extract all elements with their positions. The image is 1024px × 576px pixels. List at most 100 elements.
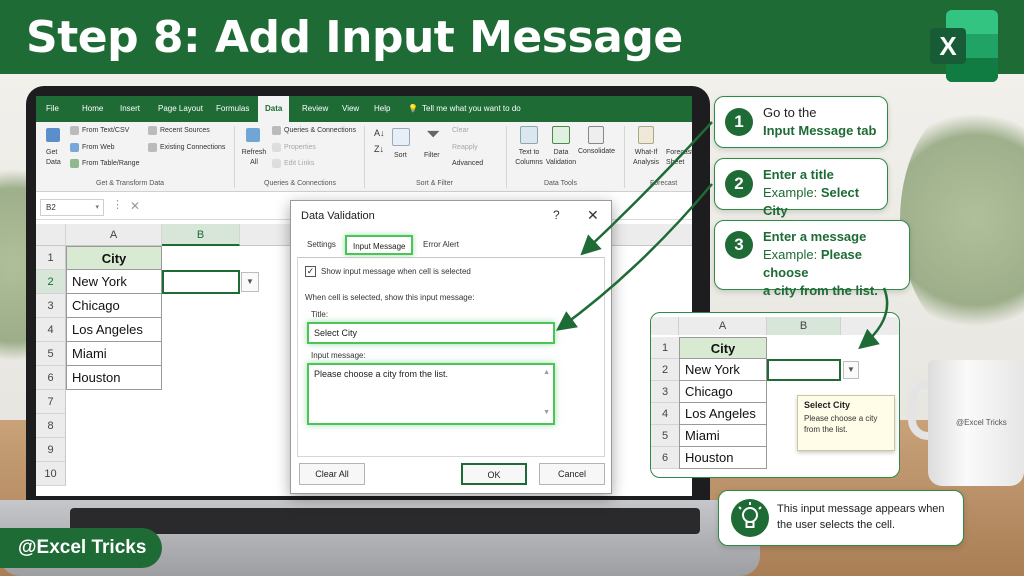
select-all-corner[interactable] [36,224,66,246]
sort-icon [392,128,410,146]
text-to-columns-icon [520,126,538,144]
edit-links-button[interactable]: Edit Links [284,160,314,167]
close-icon[interactable]: ✕ [587,207,599,224]
tab-home[interactable]: Home [82,96,103,122]
edit-links-icon [272,159,281,168]
consolidate-button[interactable]: Consolidate [578,148,615,155]
tab-input-message[interactable]: Input Message [345,235,414,255]
preview-cell-a4: Los Angeles [679,403,767,425]
lightbulb-icon: 💡 [408,104,418,113]
from-table-range-button[interactable]: From Table/Range [82,160,139,167]
tab-view[interactable]: View [342,96,359,122]
recent-sources-icon [148,126,157,135]
sort-za-icon[interactable]: Z↓ [374,144,384,154]
cell-a3[interactable]: Chicago [66,294,162,318]
step-number-1: 1 [725,108,753,136]
data-validation-button[interactable]: Data Validation [542,148,580,168]
tab-settings[interactable]: Settings [301,235,342,255]
info-note: This input message appears when the user… [718,490,964,546]
recent-sources-button[interactable]: Recent Sources [160,127,210,134]
filter-button[interactable]: Filter [424,152,440,159]
data-validation-dialog: Data Validation ? ✕ Settings Input Messa… [290,200,612,494]
cell-b2-selected[interactable] [162,270,240,294]
ok-button[interactable]: OK [461,463,527,485]
separator [506,126,507,188]
get-data-button[interactable]: Get Data [46,148,68,168]
show-message-label: Show input message when cell is selected [321,267,471,276]
advanced-button[interactable]: Advanced [452,160,483,167]
queries-connections-button[interactable]: Queries & Connections [284,127,356,134]
tab-insert[interactable]: Insert [120,96,140,122]
existing-connections-button[interactable]: Existing Connections [160,144,225,151]
row-header-4[interactable]: 4 [36,318,66,342]
textarea-scroll-up-icon[interactable]: ▲ [543,369,550,376]
row-header-3[interactable]: 3 [36,294,66,318]
row-header-2[interactable]: 2 [36,270,66,294]
textarea-scroll-down-icon[interactable]: ▼ [543,409,550,416]
tab-formulas[interactable]: Formulas [216,96,249,122]
separator [234,126,235,188]
input-message-textarea[interactable]: Please choose a city from the list. ▲ ▼ [307,363,555,425]
instruction-text: When cell is selected, show this input m… [305,293,475,302]
tab-data[interactable]: Data [258,96,290,122]
row-header-10[interactable]: 10 [36,462,66,486]
refresh-icon [246,128,260,142]
row-header-7[interactable]: 7 [36,390,66,414]
preview-column-b: B [767,317,841,335]
name-box[interactable]: B2 ▾ [40,199,104,216]
tab-help[interactable]: Help [374,96,390,122]
cell-a6[interactable]: Houston [66,366,162,390]
preview-column-rest [841,317,899,335]
ribbon-data: Get Data From Text/CSV From Web From Tab… [36,122,692,192]
forecast-sheet-button[interactable]: Forecast Sheet [666,148,692,168]
refresh-all-button[interactable]: Refresh All [240,148,268,168]
sort-az-icon[interactable]: A↓ [374,128,385,138]
tell-me-search[interactable]: Tell me what you want to do [422,96,521,122]
properties-button[interactable]: Properties [284,144,316,151]
preview-column-a: A [679,317,767,335]
from-text-csv-button[interactable]: From Text/CSV [82,127,129,134]
reapply-button[interactable]: Reapply [452,144,478,151]
callout-step-2: 2 Enter a title Example: Select City [714,158,888,218]
group-label-queries: Queries & Connections [264,180,336,187]
show-message-checkbox[interactable]: ✓ [305,266,316,277]
clear-all-button[interactable]: Clear All [299,463,365,485]
column-header-b[interactable]: B [162,224,240,246]
sort-button[interactable]: Sort [394,152,407,159]
tab-error-alert[interactable]: Error Alert [417,235,465,255]
row-header-8[interactable]: 8 [36,414,66,438]
column-header-a[interactable]: A [66,224,162,246]
preview-cell-a1: City [679,337,767,359]
help-icon[interactable]: ? [553,208,560,222]
row-header-5[interactable]: 5 [36,342,66,366]
existing-connections-icon [148,143,157,152]
cancel-entry-icon[interactable]: ✕ [130,199,140,213]
row-header-6[interactable]: 6 [36,366,66,390]
cell-a5[interactable]: Miami [66,342,162,366]
dropdown-arrow-icon[interactable]: ▼ [241,272,259,292]
preview-row-2: 2 [651,359,679,381]
tab-page-layout[interactable]: Page Layout [158,96,203,122]
group-label-sort-filter: Sort & Filter [416,180,453,187]
tab-file[interactable]: File [46,96,59,122]
row-header-1[interactable]: 1 [36,246,66,270]
cell-a2[interactable]: New York [66,270,162,294]
preview-row-6: 6 [651,447,679,469]
cell-a4[interactable]: Los Angeles [66,318,162,342]
tooltip-body: Please choose a city from the list. [804,414,878,434]
what-if-analysis-button[interactable]: What-If Analysis [630,148,662,168]
web-icon [70,143,79,152]
tab-review[interactable]: Review [302,96,328,122]
from-web-button[interactable]: From Web [82,144,115,151]
preview-row-3: 3 [651,381,679,403]
separator [364,126,365,188]
title-input[interactable]: Select City [307,322,555,344]
filter-funnel-icon: ⏷ [426,124,441,144]
clear-button[interactable]: Clear [452,127,469,134]
row-header-9[interactable]: 9 [36,438,66,462]
callout-3-text: Enter a message Example: Please choose a c… [763,229,878,298]
cell-a1[interactable]: City [66,246,162,270]
preview-cell-b2-selected [767,359,841,381]
text-to-columns-button[interactable]: Text to Columns [512,148,546,168]
cancel-button[interactable]: Cancel [539,463,605,485]
